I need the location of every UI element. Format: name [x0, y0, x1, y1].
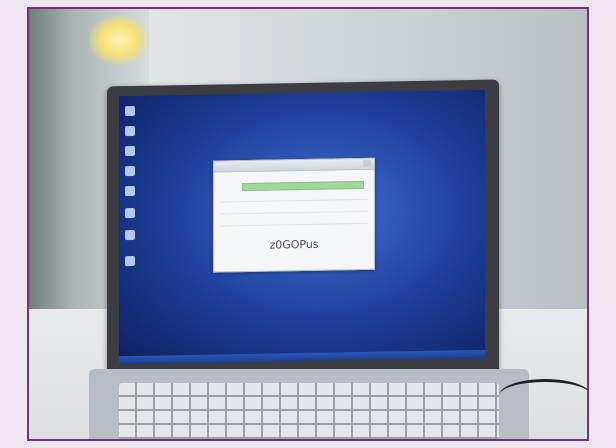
- window-close-icon: [363, 159, 371, 167]
- dialog-titlebar: [214, 158, 374, 173]
- desktop-icon: [125, 185, 135, 197]
- desktop-icon: [125, 145, 135, 157]
- laptop-screen: z0GOPus: [119, 89, 485, 365]
- laptop-lid: z0GOPus: [107, 79, 499, 387]
- ceiling-light: [89, 15, 149, 65]
- desktop-icon: [125, 105, 135, 117]
- app-dialog: z0GOPus: [213, 157, 375, 273]
- image-frame: z0GOPus: [0, 0, 616, 448]
- desktop-icon: [125, 207, 135, 219]
- desktop-icon: [125, 255, 135, 267]
- divider: [220, 210, 368, 215]
- dialog-caption: z0GOPus: [269, 237, 319, 252]
- keyboard-rows: [119, 383, 499, 439]
- keyboard: [119, 383, 499, 439]
- cable: [499, 379, 587, 412]
- taskbar: [119, 349, 485, 365]
- desktop-icon: [125, 165, 135, 177]
- photo: z0GOPus: [27, 7, 589, 441]
- progress-bar: [242, 180, 364, 192]
- divider: [220, 198, 368, 203]
- desktop-icon: [125, 229, 135, 241]
- divider: [220, 222, 368, 227]
- laptop-base: [89, 369, 529, 439]
- desktop-icon: [125, 125, 135, 137]
